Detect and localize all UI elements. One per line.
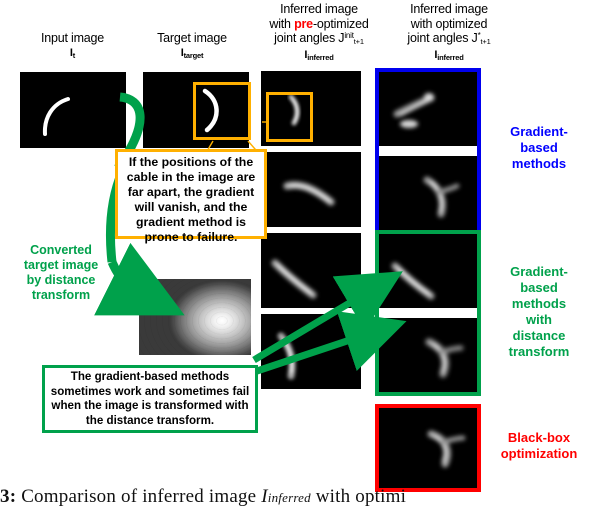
inferred-optimized-row1-panel (379, 72, 477, 146)
inferred-pre-optimized-row2-panel (261, 152, 361, 227)
target-image-zoom-box (193, 82, 251, 140)
black-box-optimization-panel (379, 408, 477, 488)
column-header-line2: with pre-optimized (269, 16, 369, 31)
column-header-inferred-optimized: Inferred image with optimized joint angl… (378, 2, 520, 63)
column-header-symbol: Iinferred (304, 48, 334, 62)
caption-text: Comparison of inferred image (21, 486, 257, 507)
figure-3-comparison: Input image It Target image Itarget Infe… (0, 0, 594, 516)
side-label-line: with (526, 312, 552, 327)
side-label-line: based (520, 140, 558, 155)
annotation-line: by distance (26, 273, 96, 287)
side-label-line: methods (511, 296, 567, 311)
pre-keyword: pre (294, 16, 313, 31)
cable-blob-row2-col3 (283, 181, 335, 206)
callout-line: far apart, the gradient (127, 185, 255, 199)
side-label-black-box-optimization: Black-box optimization (484, 430, 594, 462)
cable-blob-row1-col4 (393, 93, 435, 128)
column-header-input-image: Input image It (10, 31, 135, 61)
side-label-line: optimization (500, 446, 578, 461)
column-header-symbol: Iinferred (434, 48, 464, 62)
side-label-line: methods (511, 156, 567, 171)
callout-distance-transform-mixed-results: The gradient-based methods sometimes wor… (42, 365, 258, 433)
callout-line: when the image is transformed with (51, 399, 249, 412)
column-header-line1: Input image (40, 31, 105, 45)
column-header-line1: Target image (157, 31, 227, 45)
side-label-line: Gradient- (510, 124, 568, 139)
side-label-gradient-based-methods-with-distance-transform: Gradient- based methods with distance tr… (487, 264, 591, 360)
cable-blob-row2-col4 (423, 176, 460, 218)
callout-line: the distance transform. (85, 413, 215, 427)
figure-caption: 3: Comparison of inferred image Iinferre… (0, 486, 594, 508)
caption-tail: with optimi (315, 486, 407, 507)
callout-line: gradient method is (136, 215, 246, 229)
column-header-line1: Inferred image (280, 2, 358, 16)
inferred-pre-optimized-row4-panel (261, 314, 361, 389)
inferred-optimized-row2-panel (379, 156, 477, 230)
column-header-target-image: Target image Itarget (128, 31, 256, 61)
caption-number: 3: (0, 486, 17, 507)
callout-line: prone to failure. (144, 230, 238, 244)
column-header-symbol: It (69, 46, 76, 60)
annotation-line: Converted (30, 243, 92, 257)
cable-blob-row3-col3 (271, 259, 317, 299)
column-header-line3: joint angles Jinitt+1 (274, 31, 364, 46)
cable-blob-row4-col4 (425, 338, 464, 378)
cable-input-image (42, 97, 70, 136)
callout-gradient-vanish: If the positions of the cable in the ima… (115, 149, 267, 244)
callout-line: sometimes work and sometimes fail (50, 384, 250, 398)
side-label-line: Gradient- (510, 264, 568, 279)
callout-line: If the positions of the (128, 155, 254, 169)
inferred-optimized-row3-panel (379, 234, 477, 308)
cable-blob-row4-col3 (277, 332, 296, 380)
inferred-optimized-row4-panel (379, 318, 477, 392)
input-image-panel (20, 72, 126, 148)
side-label-gradient-based-methods: Gradient- based methods (487, 124, 591, 172)
caption-math-subscript: inferred (267, 490, 311, 505)
annotation-converted-target-image: Converted target image by distance trans… (6, 243, 116, 303)
column-header-line2: with optimized (410, 16, 488, 31)
column-header-line3: joint angles J*t+1 (407, 31, 491, 46)
inferred-zoom-box (266, 92, 313, 142)
callout-line: cable in the image are (126, 170, 256, 184)
callout-line: The gradient-based methods (70, 370, 230, 383)
side-label-line: Black-box (507, 430, 571, 445)
side-label-line: transform (508, 344, 570, 359)
column-header-symbol: Itarget (180, 46, 204, 60)
cable-blob-row3-col4 (391, 262, 435, 300)
annotation-line: transform (31, 288, 91, 302)
distance-transform-image-panel (139, 279, 251, 355)
side-label-line: distance (512, 328, 566, 343)
callout-line: will vanish, and the (134, 200, 248, 214)
cable-blob-blackbox (427, 430, 466, 468)
column-header-line1: Inferred image (410, 2, 488, 16)
inferred-pre-optimized-row3-panel (261, 233, 361, 308)
annotation-line: target image (23, 258, 99, 272)
side-label-line: based (520, 280, 558, 295)
distance-transform-contours (139, 279, 251, 355)
column-header-inferred-pre-optimized: Inferred image with pre-optimized joint … (253, 2, 385, 63)
